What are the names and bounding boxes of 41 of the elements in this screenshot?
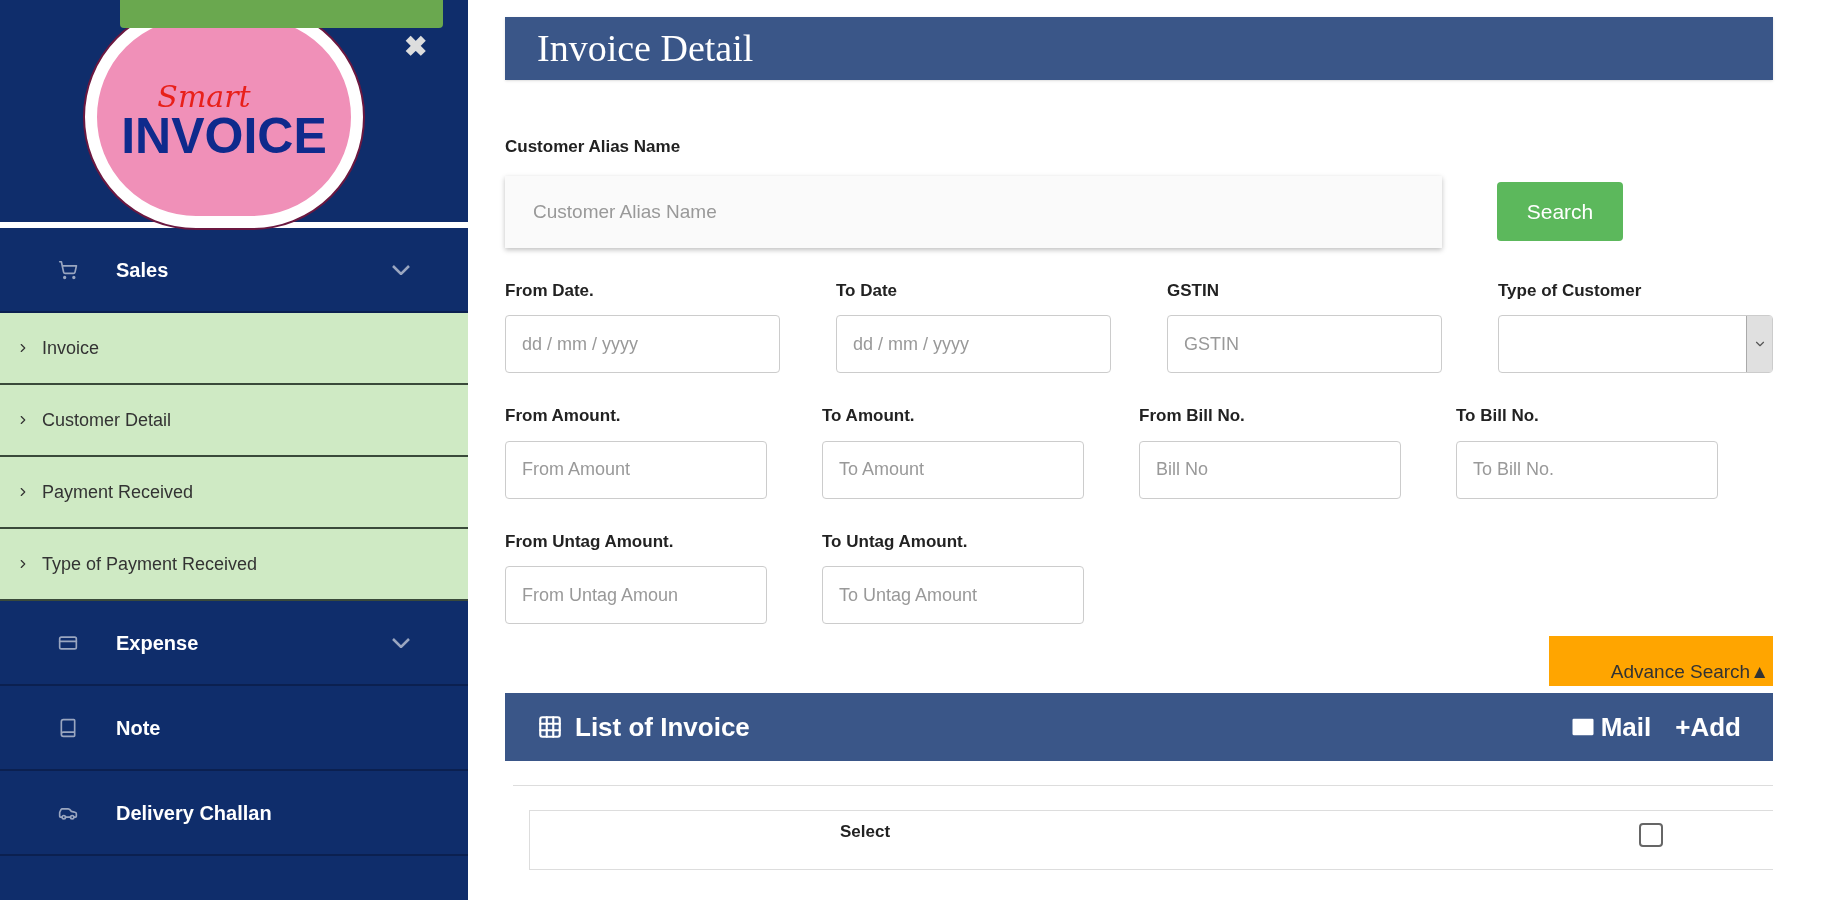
field-label: GSTIN	[1167, 279, 1220, 302]
input-field[interactable]: dd / mm / yyyy	[505, 315, 780, 373]
cart-icon	[58, 259, 78, 280]
field-label: To Amount.	[822, 405, 916, 427]
column-header: Select	[840, 821, 891, 843]
close-button[interactable]: ✖	[404, 26, 427, 68]
list-title: List of Invoice	[575, 710, 751, 744]
input-field[interactable]: From Untag Amoun	[505, 566, 767, 624]
table-icon	[537, 714, 563, 740]
field-label: From Amount.	[505, 405, 622, 427]
input-field[interactable]: GSTIN	[1167, 315, 1442, 373]
input-field[interactable]: From Amount	[505, 440, 767, 499]
input-field[interactable]: Bill No	[1139, 440, 1401, 499]
book-icon	[58, 717, 78, 738]
input-field[interactable]: To Untag Amount	[822, 566, 1084, 624]
page-header: Invoice Detail	[505, 17, 1773, 80]
field-label: From Bill No.	[1139, 405, 1246, 427]
input-field[interactable]: To Bill No.	[1456, 440, 1718, 499]
advance-search-button[interactable]: Advance Search▲	[1549, 636, 1773, 686]
submenu-item[interactable]: Payment Received	[0, 457, 468, 529]
chevron-icon	[392, 637, 410, 648]
submenu-item[interactable]: Type of Payment Received	[0, 529, 468, 601]
mail-button[interactable]: Mail	[1568, 707, 1652, 747]
field-label: To Untag Amount.	[822, 530, 969, 553]
submenu-item[interactable]: Customer Detail	[0, 385, 468, 457]
input-field[interactable]: To Amount	[822, 440, 1084, 499]
add-button[interactable]: +Add	[1675, 707, 1741, 747]
field-label: To Date	[836, 279, 899, 302]
field-label: To Bill No.	[1456, 405, 1540, 427]
field-label: Type of Customer	[1498, 279, 1643, 302]
chevron-icon	[392, 264, 410, 275]
sidebar-item[interactable]: Delivery Challan	[0, 771, 468, 856]
field-label: From Untag Amount.	[505, 530, 675, 553]
sidebar-item[interactable]: Expense	[0, 601, 468, 686]
select-all-checkbox[interactable]	[1639, 823, 1663, 847]
submenu-item[interactable]: Invoice	[0, 313, 468, 385]
input-field[interactable]: dd / mm / yyyy	[836, 315, 1111, 373]
field-label: From Date.	[505, 279, 595, 302]
field-label: Customer Alias Name	[505, 136, 682, 158]
sidebar-item[interactable]: Note	[0, 686, 468, 771]
customer-alias-input[interactable]: Customer Alias Name	[505, 175, 1442, 248]
